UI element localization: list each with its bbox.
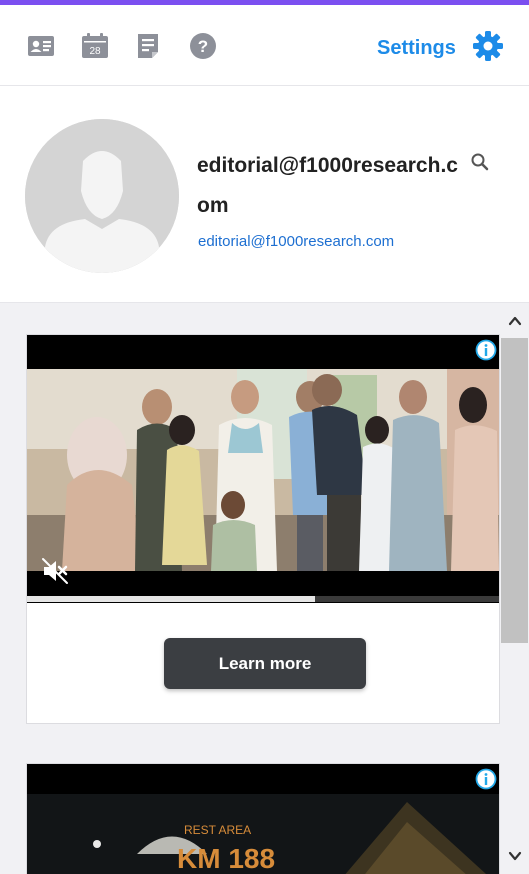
sign-main-text: KM 188 xyxy=(177,843,275,874)
scroll-up-icon[interactable] xyxy=(507,313,523,329)
ad-info-icon-2[interactable] xyxy=(475,768,497,790)
ad-video[interactable] xyxy=(27,335,499,603)
profile-name: editorial@f1000research.com xyxy=(197,154,458,217)
calendar-icon[interactable]: 28 xyxy=(81,32,109,60)
scrollbar-thumb[interactable] xyxy=(501,338,528,643)
default-user-icon xyxy=(25,119,179,273)
help-icon[interactable]: ? xyxy=(189,32,217,60)
mute-icon[interactable] xyxy=(41,557,69,585)
video-progress-bar[interactable] xyxy=(27,596,499,602)
video-ad-card-2[interactable]: REST AREA KM 188 xyxy=(26,763,500,874)
contact-card-icon[interactable] xyxy=(27,32,55,60)
ad-info-icon[interactable] xyxy=(475,339,497,361)
settings-link[interactable]: Settings xyxy=(377,37,456,60)
svg-text:?: ? xyxy=(198,37,208,56)
gear-icon[interactable] xyxy=(472,30,504,62)
search-icon[interactable] xyxy=(470,152,490,172)
avatar xyxy=(25,119,179,273)
ad-video-2[interactable]: REST AREA KM 188 xyxy=(27,764,499,874)
calendar-day: 28 xyxy=(89,46,101,57)
toolbar: 28 ? Settings xyxy=(0,5,529,86)
ad-video-2-scene: REST AREA KM 188 xyxy=(27,764,499,874)
ad-video-scene xyxy=(27,335,499,603)
profile-card: editorial@f1000research.com editorial@f1… xyxy=(0,86,529,303)
profile-email-link[interactable]: editorial@f1000research.com xyxy=(198,233,394,250)
learn-more-button[interactable]: Learn more xyxy=(164,638,366,689)
video-progress-fill xyxy=(27,596,315,602)
sign-top-text: REST AREA xyxy=(184,823,251,837)
video-ad-card[interactable]: Learn more xyxy=(26,334,500,724)
notes-icon[interactable] xyxy=(135,32,163,60)
scroll-down-icon[interactable] xyxy=(507,848,523,864)
